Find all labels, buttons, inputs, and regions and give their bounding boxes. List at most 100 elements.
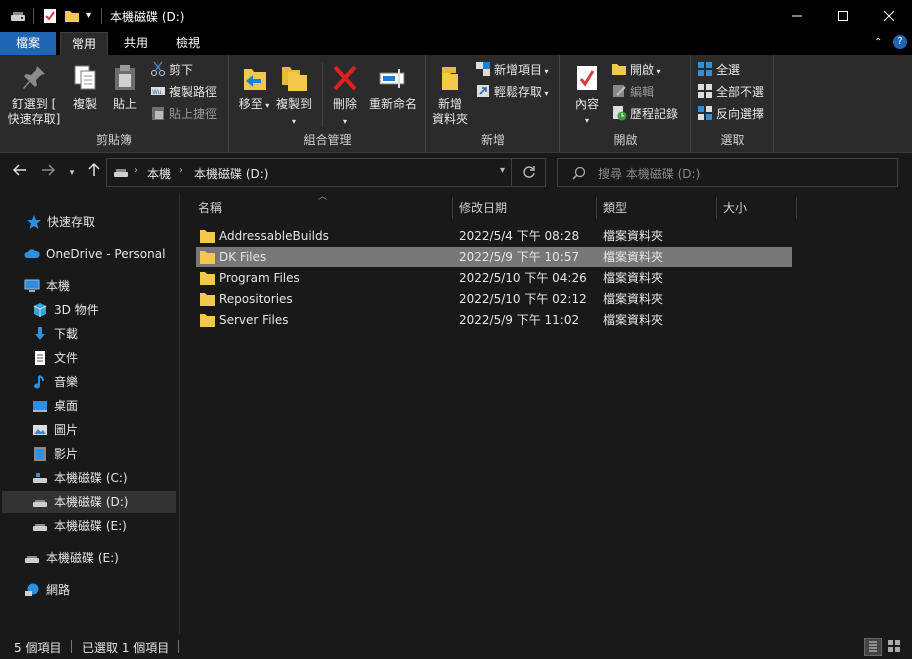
drive-icon	[33, 524, 47, 531]
paste-shortcut-button[interactable]: 貼上捷徑	[150, 104, 217, 124]
nav-item-pictures[interactable]: 圖片	[2, 419, 176, 441]
file-row[interactable]: Repositories 2022/5/10 下午 02:12 檔案資料夾	[196, 289, 792, 309]
tab-home[interactable]: 常用	[60, 32, 108, 55]
new-folder-button[interactable]: 新增 資料夾	[431, 63, 469, 127]
back-button[interactable]	[10, 163, 30, 183]
refresh-button[interactable]	[511, 159, 545, 186]
file-type: 檔案資料夾	[603, 229, 664, 243]
recent-locations-button[interactable]: ▾	[62, 163, 82, 183]
search-icon	[572, 166, 586, 180]
column-resize-handle[interactable]	[452, 197, 453, 219]
cut-button[interactable]: 剪下	[150, 60, 193, 80]
nav-item-desktop[interactable]: 桌面	[2, 395, 176, 417]
edit-button[interactable]: 編輯	[611, 82, 654, 102]
paste-icon	[115, 65, 135, 90]
forward-button[interactable]	[38, 163, 58, 183]
nav-item-network[interactable]: 網路	[2, 579, 176, 601]
file-row[interactable]: Server Files 2022/5/9 下午 11:02 檔案資料夾	[196, 310, 792, 330]
folder-icon	[200, 272, 215, 285]
open-button[interactable]: 開啟 ▾	[611, 60, 661, 80]
computer-icon	[24, 279, 40, 292]
picture-icon	[33, 425, 47, 435]
tab-file[interactable]: 檔案	[0, 32, 56, 55]
back-arrow-icon	[12, 164, 26, 176]
maximize-button[interactable]	[820, 0, 866, 32]
nav-item-drive-d[interactable]: 本機磁碟 (D:)	[2, 491, 176, 513]
select-none-icon	[698, 84, 712, 98]
file-name: AddressableBuilds	[219, 229, 329, 243]
nav-item-onedrive[interactable]: OneDrive - Personal	[2, 243, 176, 265]
new-item-button[interactable]: 新增項目 ▾	[475, 60, 549, 80]
move-to-button[interactable]: 移至 ▾	[238, 63, 270, 113]
nav-item-this-pc[interactable]: 本機	[2, 275, 176, 297]
search-box[interactable]: 搜尋 本機磁碟 (D:)	[557, 158, 898, 187]
invert-selection-button[interactable]: 反向選擇	[697, 104, 764, 124]
copy-button[interactable]: 複製	[68, 63, 102, 112]
nav-item-label: 網路	[46, 583, 71, 597]
address-bar[interactable]: › 本機 › 本機磁碟 (D:) ▾	[106, 158, 546, 187]
new-folder-icon[interactable]	[64, 8, 80, 24]
column-header-name[interactable]: 名稱	[198, 197, 222, 219]
file-row[interactable]: Program Files 2022/5/10 下午 04:26 檔案資料夾	[196, 268, 792, 288]
large-icons-view-button[interactable]	[886, 638, 904, 656]
open-group: 內容 ▾ 開啟 ▾ 編輯 歷程記錄 開啟	[561, 55, 691, 152]
nav-item-videos[interactable]: 影片	[2, 443, 176, 465]
nav-item-label: 3D 物件	[54, 303, 99, 317]
up-button[interactable]	[84, 162, 104, 183]
nav-item-3d-objects[interactable]: 3D 物件	[2, 299, 176, 321]
nav-item-documents[interactable]: 文件	[2, 347, 176, 369]
tab-share[interactable]: 共用	[112, 32, 160, 55]
help-icon[interactable]: ?	[893, 35, 907, 49]
nav-item-label: 圖片	[54, 423, 79, 437]
properties-icon[interactable]	[42, 8, 58, 24]
title-divider	[101, 8, 102, 24]
nav-item-drive-e[interactable]: 本機磁碟 (E:)	[2, 515, 176, 537]
copy-to-button[interactable]: 複製到 ▾	[274, 63, 314, 129]
nav-item-downloads[interactable]: 下載	[2, 323, 176, 345]
file-list: ︿ 名稱 修改日期 類型 大小 AddressableBuilds 2022/5…	[180, 192, 912, 634]
breadcrumb-drive-d[interactable]: 本機磁碟 (D:)	[194, 165, 268, 182]
paste-button[interactable]: 貼上	[108, 63, 142, 112]
collapse-ribbon-icon[interactable]: ⌃	[874, 37, 882, 48]
column-resize-handle[interactable]	[716, 197, 717, 219]
details-view-button[interactable]	[864, 638, 882, 656]
refresh-icon	[522, 166, 535, 178]
pin-to-quick-access-button[interactable]: 釘選到 [ 快速存取]	[6, 63, 62, 127]
select-all-label: 全選	[716, 63, 741, 77]
file-row[interactable]: DK Files 2022/5/9 下午 10:57 檔案資料夾	[196, 247, 792, 267]
folder-icon	[200, 314, 215, 327]
delete-button[interactable]: 刪除 ▾	[330, 63, 360, 129]
file-row[interactable]: AddressableBuilds 2022/5/4 下午 08:28 檔案資料…	[196, 226, 792, 246]
column-header-size[interactable]: 大小	[723, 197, 747, 219]
customize-quick-access-icon[interactable]: ▾	[86, 10, 91, 21]
file-type: 檔案資料夾	[603, 313, 664, 327]
invert-selection-icon	[698, 106, 712, 120]
history-icon	[613, 106, 627, 121]
select-all-button[interactable]: 全選	[697, 60, 740, 80]
easy-access-button[interactable]: 輕鬆存取 ▾	[475, 82, 549, 102]
folder-icon	[200, 293, 215, 306]
open-group-label: 開啟	[613, 133, 638, 147]
nav-item-drive-e-root[interactable]: 本機磁碟 (E:)	[2, 547, 176, 569]
rename-button[interactable]: 重新命名	[368, 63, 418, 112]
properties-button[interactable]: 內容 ▾	[569, 63, 605, 128]
select-none-button[interactable]: 全部不選	[697, 82, 764, 102]
tab-view[interactable]: 檢視	[164, 32, 212, 55]
column-header-type[interactable]: 類型	[603, 197, 627, 219]
drive-icon[interactable]	[10, 8, 26, 24]
nav-item-label: 本機磁碟 (C:)	[54, 471, 128, 485]
column-resize-handle[interactable]	[596, 197, 597, 219]
column-resize-handle[interactable]	[796, 197, 797, 219]
address-history-icon[interactable]: ▾	[500, 165, 505, 176]
column-header-date[interactable]: 修改日期	[459, 197, 507, 219]
close-button[interactable]	[866, 0, 912, 32]
copy-path-button[interactable]: Wu 複製路徑	[150, 82, 217, 102]
video-icon	[34, 447, 46, 461]
history-button[interactable]: 歷程記錄	[611, 104, 678, 124]
nav-item-drive-c[interactable]: 本機磁碟 (C:)	[2, 467, 176, 489]
nav-item-music[interactable]: 音樂	[2, 371, 176, 393]
nav-item-quick-access[interactable]: 快速存取	[2, 211, 176, 233]
minimize-button[interactable]	[774, 0, 820, 32]
new-folder-icon	[442, 67, 458, 90]
breadcrumb-this-pc[interactable]: 本機	[147, 165, 171, 182]
